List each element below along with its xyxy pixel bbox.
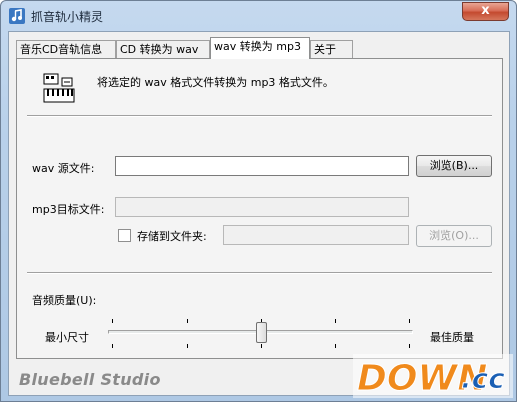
down-cc-watermark-logo: DOWN .cc	[353, 354, 513, 400]
title-bar[interactable]: 抓音轨小精灵 x	[1, 1, 516, 31]
slider-tick	[409, 344, 410, 348]
app-window: 抓音轨小精灵 x 音乐CD音轨信息 CD 转换为 wav wav 转换为 mp3…	[0, 0, 517, 402]
divider-top	[27, 115, 492, 117]
browse-source-button[interactable]: 浏览(B)...	[416, 155, 492, 177]
slider-tick	[112, 344, 113, 348]
panel-description: 将选定的 wav 格式文件转换为 mp3 格式文件。	[97, 76, 334, 89]
mp3-target-input[interactable]	[115, 197, 409, 217]
divider-middle	[27, 272, 492, 274]
slider-thumb[interactable]	[255, 322, 267, 343]
mp3-target-label: mp3目标文件:	[32, 203, 105, 216]
save-to-folder-label: 存储到文件夹:	[137, 230, 207, 243]
close-icon: x	[481, 3, 490, 18]
piano-converter-icon	[43, 73, 75, 103]
close-button[interactable]: x	[462, 2, 509, 21]
folder-path-input[interactable]	[223, 225, 409, 245]
tab-cd-to-wav[interactable]: CD 转换为 wav	[116, 40, 210, 59]
window-title: 抓音轨小精灵	[31, 10, 104, 24]
tab-strip: 音乐CD音轨信息 CD 转换为 wav wav 转换为 mp3 关于	[16, 37, 506, 59]
tab-about[interactable]: 关于	[310, 40, 353, 59]
tab-wav-to-mp3[interactable]: wav 转换为 mp3	[210, 37, 310, 59]
min-size-label: 最小尺寸	[45, 331, 89, 344]
tab-label: 关于	[314, 43, 336, 56]
save-to-folder-checkbox[interactable]	[118, 229, 131, 242]
browse-folder-button[interactable]: 浏览(O)...	[416, 225, 492, 247]
tab-label: wav 转换为 mp3	[214, 40, 301, 53]
dialog-client-area: 音乐CD音轨信息 CD 转换为 wav wav 转换为 mp3 关于 将选定的 …	[8, 31, 510, 396]
slider-tick	[409, 319, 410, 323]
slider-tick	[335, 319, 336, 323]
wav-source-label: wav 源文件:	[32, 162, 95, 175]
slider-tick	[335, 344, 336, 348]
slider-tick	[187, 344, 188, 348]
slider-tick	[261, 344, 262, 348]
tab-cd-track-info[interactable]: 音乐CD音轨信息	[16, 40, 116, 59]
tab-label: 音乐CD音轨信息	[20, 43, 103, 56]
best-quality-label: 最佳质量	[430, 331, 474, 344]
slider-tick	[187, 319, 188, 323]
tab-label: CD 转换为 wav	[120, 43, 199, 56]
watermark-suffix: .cc	[461, 362, 505, 395]
music-note-icon	[9, 8, 25, 24]
audio-quality-label: 音频质量(U):	[32, 294, 97, 307]
slider-tick	[112, 319, 113, 323]
wav-source-input[interactable]	[115, 156, 409, 176]
wav-to-mp3-panel: 将选定的 wav 格式文件转换为 mp3 格式文件。 wav 源文件: 浏览(B…	[16, 58, 503, 359]
brand-label: Bluebell Studio	[19, 370, 161, 389]
